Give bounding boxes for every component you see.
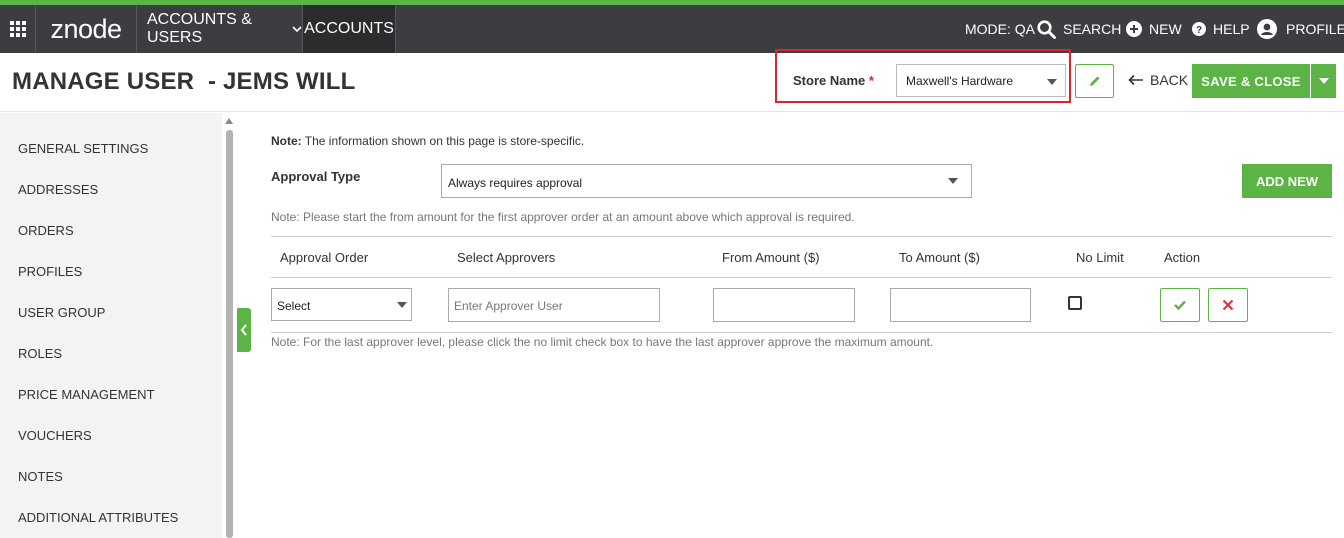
save-close-label: SAVE & CLOSE (1201, 73, 1301, 89)
top-navbar: znode ACCOUNTS & USERS ACCOUNTS MODE: QA… (0, 5, 1344, 53)
user-circle-icon (1257, 19, 1277, 39)
from-amount-note: Note: Please start the from amount for t… (271, 210, 855, 224)
menu-accounts-users-label: ACCOUNTS & USERS (147, 11, 252, 46)
store-name-text: Store Name (793, 73, 866, 88)
dropdown-caret-icon (1047, 79, 1057, 85)
sidebar-item-addresses[interactable]: ADDRESSES (18, 182, 98, 197)
back-button[interactable]: BACK (1128, 72, 1188, 88)
search-icon (1037, 19, 1056, 39)
sidebar-item-vouchers[interactable]: VOUCHERS (18, 428, 92, 443)
arrow-left-icon (1128, 74, 1144, 86)
header-no-limit: No Limit (1076, 250, 1124, 265)
approver-user-placeholder: Enter Approver User (454, 299, 563, 313)
note-prefix: Note: (271, 134, 302, 148)
back-label: BACK (1150, 72, 1189, 88)
menu-accounts-users[interactable]: ACCOUNTS & USERS (137, 5, 303, 53)
sidebar-item-notes[interactable]: NOTES (18, 469, 63, 484)
sidebar: GENERAL SETTINGS ADDRESSES ORDERS PROFIL… (0, 113, 222, 538)
apps-grid-icon[interactable] (0, 5, 36, 53)
scroll-up-arrow-icon[interactable] (225, 118, 233, 124)
sidebar-item-general-settings[interactable]: GENERAL SETTINGS (18, 141, 148, 156)
profile-label: PROFILE (1286, 21, 1344, 37)
caret-down-icon (1319, 78, 1329, 84)
edit-store-button[interactable] (1075, 64, 1114, 98)
approval-order-value: Select (277, 299, 311, 313)
help-icon: ? (1192, 22, 1206, 36)
search-label: SEARCH (1063, 21, 1122, 37)
znode-logo[interactable]: znode (36, 5, 137, 53)
store-name-label: Store Name * (793, 73, 874, 88)
search-button[interactable]: SEARCH (1037, 5, 1121, 53)
help-button[interactable]: ? HELP (1192, 5, 1250, 53)
page-header: MANAGE USER - JEMS WILL Store Name * Max… (0, 49, 1344, 112)
dropdown-caret-icon (397, 302, 407, 308)
save-options-dropdown[interactable] (1311, 64, 1336, 98)
collapse-sidebar-button[interactable] (237, 308, 251, 352)
pencil-icon (1089, 75, 1101, 87)
sidebar-item-orders[interactable]: ORDERS (18, 223, 74, 238)
table-row-divider (271, 332, 1332, 333)
page-title: MANAGE USER - JEMS WILL (12, 68, 356, 95)
header-action: Action (1164, 250, 1201, 265)
approval-order-select[interactable]: Select (271, 288, 412, 321)
no-limit-note: Note: For the last approver level, pleas… (271, 335, 934, 349)
header-approval-order: Approval Order (280, 250, 369, 265)
save-close-button[interactable]: SAVE & CLOSE (1192, 64, 1310, 98)
chevron-left-icon (240, 324, 248, 336)
approval-type-value: Always requires approval (448, 176, 583, 190)
store-name-value: Maxwell's Hardware (906, 74, 1013, 88)
store-specific-note: Note: The information shown on this page… (271, 134, 584, 148)
note-text: The information shown on this page is st… (301, 134, 585, 148)
header-to-amount: To Amount ($) (899, 250, 980, 265)
sidebar-item-user-group[interactable]: USER GROUP (18, 305, 105, 320)
confirm-row-button[interactable] (1160, 288, 1200, 322)
help-label: HELP (1213, 21, 1250, 37)
sidebar-scroll-thumb[interactable] (226, 130, 233, 538)
menu-accounts[interactable]: ACCOUNTS (303, 5, 396, 53)
sidebar-item-roles[interactable]: ROLES (18, 346, 62, 361)
check-icon (1174, 300, 1186, 310)
plus-circle-icon (1126, 21, 1142, 37)
required-mark: * (868, 73, 874, 88)
header-from-amount: From Amount ($) (722, 250, 820, 265)
mode-label: MODE: QA (965, 21, 1036, 37)
approver-user-input[interactable]: Enter Approver User (448, 288, 660, 322)
sidebar-item-price-management[interactable]: PRICE MANAGEMENT (18, 387, 155, 402)
sidebar-item-profiles[interactable]: PROFILES (18, 264, 82, 279)
dropdown-caret-icon (948, 178, 958, 184)
approval-type-select[interactable]: Always requires approval (441, 164, 972, 198)
delete-row-button[interactable] (1208, 288, 1248, 322)
sidebar-item-additional-attributes[interactable]: ADDITIONAL ATTRIBUTES (18, 510, 178, 525)
add-new-button[interactable]: ADD NEW (1242, 164, 1332, 198)
add-new-label: ADD NEW (1255, 173, 1319, 189)
to-amount-input[interactable] (890, 288, 1031, 322)
table-header-divider (271, 277, 1332, 278)
svg-text:?: ? (1196, 25, 1202, 36)
chevron-down-icon (292, 25, 302, 33)
approval-type-label: Approval Type (271, 169, 361, 184)
profile-button[interactable]: PROFILE (1257, 5, 1344, 53)
store-name-select[interactable]: Maxwell's Hardware (896, 64, 1066, 97)
menu-accounts-label: ACCOUNTS (304, 20, 394, 37)
no-limit-checkbox[interactable] (1068, 296, 1082, 310)
header-select-approvers: Select Approvers (457, 250, 556, 265)
from-amount-input[interactable] (713, 288, 855, 322)
new-button[interactable]: NEW (1126, 5, 1182, 53)
logo-text: znode (50, 13, 122, 44)
new-label: NEW (1149, 21, 1182, 37)
table-top-divider (271, 236, 1332, 237)
mode-indicator: MODE: QA (965, 5, 1035, 53)
close-icon (1222, 299, 1234, 311)
